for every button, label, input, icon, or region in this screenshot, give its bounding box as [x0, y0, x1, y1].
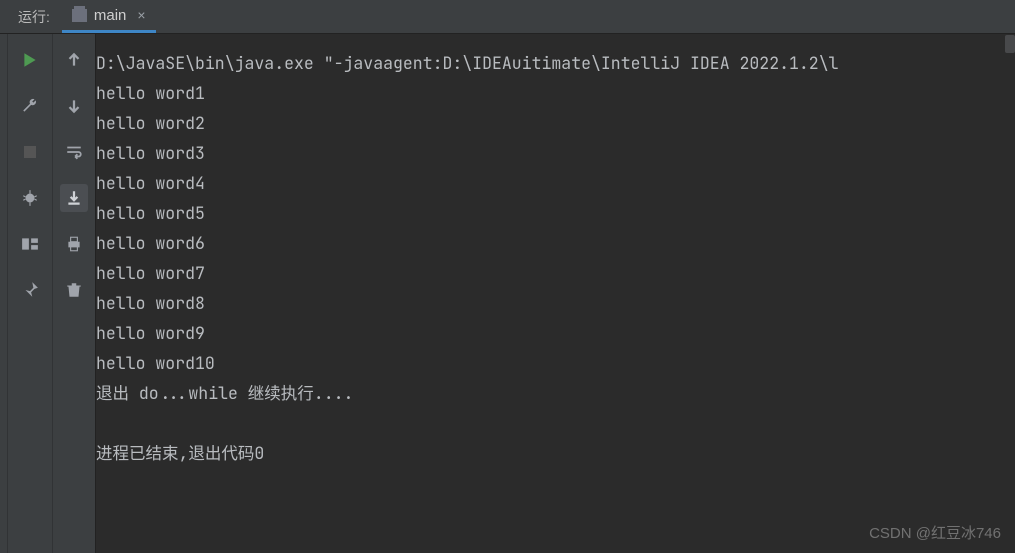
print-icon [65, 235, 83, 253]
console-line [96, 408, 1015, 438]
toolbar-console-actions [52, 34, 96, 553]
stop-button[interactable] [16, 138, 44, 166]
play-icon [21, 51, 39, 69]
gutter [0, 34, 8, 553]
console-line: hello word10 [96, 348, 1015, 378]
console-line: hello word6 [96, 228, 1015, 258]
console-line: hello word4 [96, 168, 1015, 198]
watermark-text: CSDN @红豆冰746 [869, 522, 1001, 543]
close-icon[interactable]: × [137, 7, 145, 23]
console-line: hello word3 [96, 138, 1015, 168]
layout-settings-button[interactable] [16, 230, 44, 258]
application-icon [72, 9, 87, 22]
scroll-to-end-button[interactable] [60, 184, 88, 212]
console-line: hello word7 [96, 258, 1015, 288]
stop-icon [24, 146, 36, 158]
arrow-down-icon [65, 97, 83, 115]
console-line: hello word1 [96, 78, 1015, 108]
layout-icon [21, 235, 39, 253]
arrow-up-icon [65, 51, 83, 69]
tab-title: main [94, 7, 127, 24]
clear-all-button[interactable] [60, 276, 88, 304]
console-line: 进程已结束,退出代码0 [96, 438, 1015, 468]
run-tab-main[interactable]: main × [62, 0, 156, 33]
trash-icon [65, 281, 83, 299]
console-output[interactable]: D:\JavaSE\bin\java.exe "-javaagent:D:\ID… [96, 34, 1015, 553]
toolbar-run-actions [8, 34, 52, 553]
console-line: 退出 do...while 继续执行.... [96, 378, 1015, 408]
pin-tab-button[interactable] [16, 276, 44, 304]
dump-threads-button[interactable] [16, 184, 44, 212]
debug-icon [21, 189, 39, 207]
modify-run-config-button[interactable] [16, 92, 44, 120]
console-line: hello word8 [96, 288, 1015, 318]
run-label: 运行: [0, 0, 62, 33]
print-button[interactable] [60, 230, 88, 258]
scroll-to-end-icon [65, 189, 83, 207]
console-line: D:\JavaSE\bin\java.exe "-javaagent:D:\ID… [96, 48, 1015, 78]
wrench-icon [21, 97, 39, 115]
console-line: hello word9 [96, 318, 1015, 348]
rerun-button[interactable] [16, 46, 44, 74]
vertical-scrollbar-thumb[interactable] [1005, 35, 1015, 53]
up-stack-button[interactable] [60, 46, 88, 74]
down-stack-button[interactable] [60, 92, 88, 120]
console-line: hello word5 [96, 198, 1015, 228]
soft-wrap-icon [65, 143, 83, 161]
run-tool-tabbar: 运行: main × [0, 0, 1015, 34]
console-line: hello word2 [96, 108, 1015, 138]
soft-wrap-button[interactable] [60, 138, 88, 166]
pin-icon [21, 281, 39, 299]
